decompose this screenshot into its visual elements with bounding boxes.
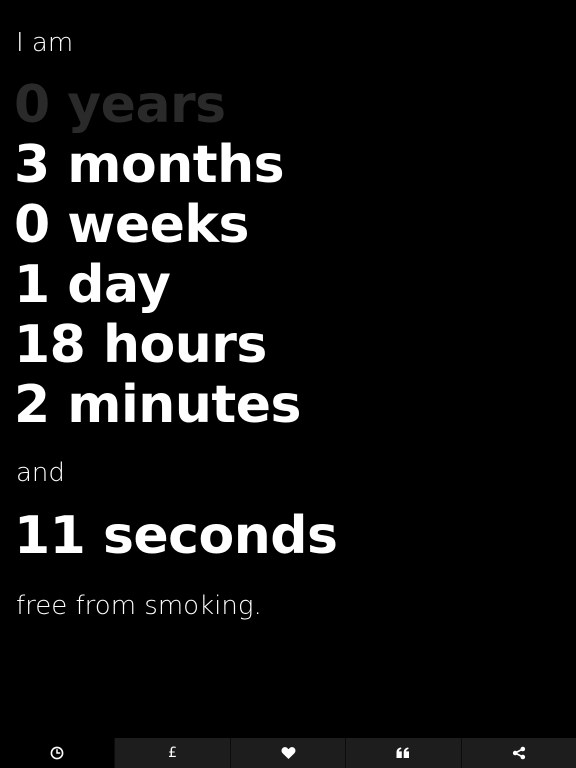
tab-timer[interactable]: [0, 738, 115, 768]
tab-quotes[interactable]: [345, 738, 461, 768]
intro-text: I am: [16, 28, 74, 58]
quit-timer-screen: I am 0 years 3 months 0 weeks 1 day 18 h…: [0, 0, 576, 738]
quote-icon: [396, 747, 410, 759]
weeks-value: 0 weeks: [14, 195, 249, 255]
pound-icon: £: [168, 745, 178, 761]
hours-value: 18 hours: [14, 315, 267, 375]
days-value: 1 day: [14, 255, 171, 315]
conjunction-text: and: [16, 458, 65, 488]
heart-icon: [281, 746, 296, 760]
outro-text: free from smoking.: [16, 591, 262, 621]
tab-health[interactable]: [229, 738, 346, 768]
tab-money[interactable]: £: [114, 738, 230, 768]
minutes-value: 2 minutes: [14, 375, 301, 435]
years-value: 0 years: [14, 75, 226, 135]
bottom-tab-bar: £: [0, 738, 576, 768]
duration-units: 0 years 3 months 0 weeks 1 day 18 hours …: [14, 75, 301, 435]
share-icon: [512, 746, 526, 760]
months-value: 3 months: [14, 135, 285, 195]
clock-icon: [50, 746, 64, 760]
tab-share[interactable]: [460, 738, 576, 768]
seconds-value: 11 seconds: [14, 506, 338, 566]
